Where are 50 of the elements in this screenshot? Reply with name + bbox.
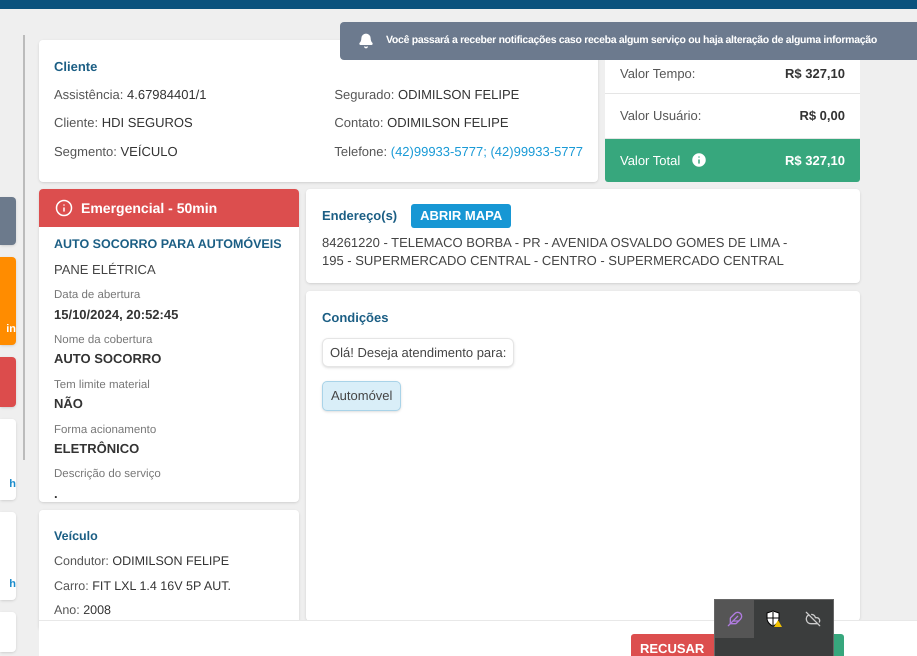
info-icon bbox=[55, 199, 73, 217]
service-title: AUTO SOCORRO PARA AUTOMÓVEIS bbox=[54, 236, 283, 253]
field-label: Nome da cobertura bbox=[54, 333, 154, 348]
info-icon[interactable] bbox=[690, 151, 708, 170]
side-card-text: h bbox=[9, 576, 16, 592]
field-label: Data de abertura bbox=[54, 288, 142, 304]
value-amount: R$ 0,00 bbox=[799, 107, 845, 126]
field-value: AUTO SOCORRO bbox=[54, 350, 162, 368]
field-value: . bbox=[54, 484, 59, 502]
chat-question: Olá! Deseja atendimento para: bbox=[322, 338, 514, 367]
side-card[interactable]: h bbox=[0, 419, 16, 500]
service-subtitle: PANE ELÉTRICA bbox=[54, 260, 157, 279]
card-title: Veículo bbox=[54, 528, 99, 545]
side-card[interactable]: in bbox=[0, 257, 16, 345]
card-title: Condições bbox=[322, 309, 388, 327]
value-label: Valor Tempo: bbox=[620, 64, 696, 83]
client-field: Contato: ODIMILSON FELIPE bbox=[334, 113, 583, 132]
notification-text: Você passará a receber notificações caso receba algum serviço ou haja alteração de alguma informação bbox=[386, 33, 877, 48]
tray-item[interactable] bbox=[715, 600, 754, 638]
open-map-button[interactable]: ABRIR MAPA bbox=[411, 204, 512, 228]
vehicle-field: Ano: 2008 bbox=[54, 601, 284, 620]
vehicle-field: Carro: FIT LXL 1.4 16V 5P AUT. bbox=[54, 576, 284, 596]
field-value: NÃO bbox=[54, 395, 84, 413]
client-field: Cliente: HDI SEGUROS bbox=[54, 113, 334, 132]
shield-warning-icon[interactable] bbox=[764, 610, 783, 628]
vehicle-field: Condutor: ODIMILSON FELIPE bbox=[54, 552, 284, 570]
feather-icon bbox=[726, 611, 743, 627]
value-amount: R$ 327,10 bbox=[785, 64, 845, 83]
client-field: Segmento: VEÍCULO bbox=[54, 142, 334, 161]
bell-icon bbox=[358, 33, 374, 49]
side-card-text: in bbox=[6, 322, 16, 336]
side-card[interactable]: h bbox=[0, 512, 16, 600]
card-title: Cliente bbox=[54, 58, 98, 76]
value-label: Valor Total bbox=[620, 152, 680, 170]
side-card-text: h bbox=[9, 476, 16, 492]
value-amount: R$ 327,10 bbox=[785, 152, 845, 170]
card-title: Endereço(s) bbox=[322, 207, 398, 226]
field-label: Forma acionamento bbox=[54, 422, 158, 438]
answer-chip[interactable]: Automóvel bbox=[322, 381, 402, 410]
cloud-off-icon[interactable] bbox=[805, 611, 822, 627]
client-field: Assistência: 4.67984401/1 bbox=[54, 84, 334, 104]
address-text: 84261220 - TELEMACO BORBA - PR - AVENIDA OSVALDO GOMES DE LIMA - 195 - SUPERMERCADO CENTRAL - CENTRO - SUPERMERCADO CENTRAL bbox=[322, 234, 788, 270]
field-label: Tem limite material bbox=[54, 378, 151, 393]
priority-text: Emergencial - 50min bbox=[81, 198, 218, 218]
field-label: Descrição do serviço bbox=[54, 467, 162, 482]
client-field: Segurado: ODIMILSON FELIPE bbox=[334, 84, 583, 104]
field-value: ELETRÔNICO bbox=[54, 440, 140, 458]
field-value: 15/10/2024, 20:52:45 bbox=[54, 306, 180, 324]
client-field: Telefone: (42)99933-5777; (42)99933-5777 bbox=[334, 142, 583, 161]
value-label: Valor Usuário: bbox=[620, 107, 702, 126]
